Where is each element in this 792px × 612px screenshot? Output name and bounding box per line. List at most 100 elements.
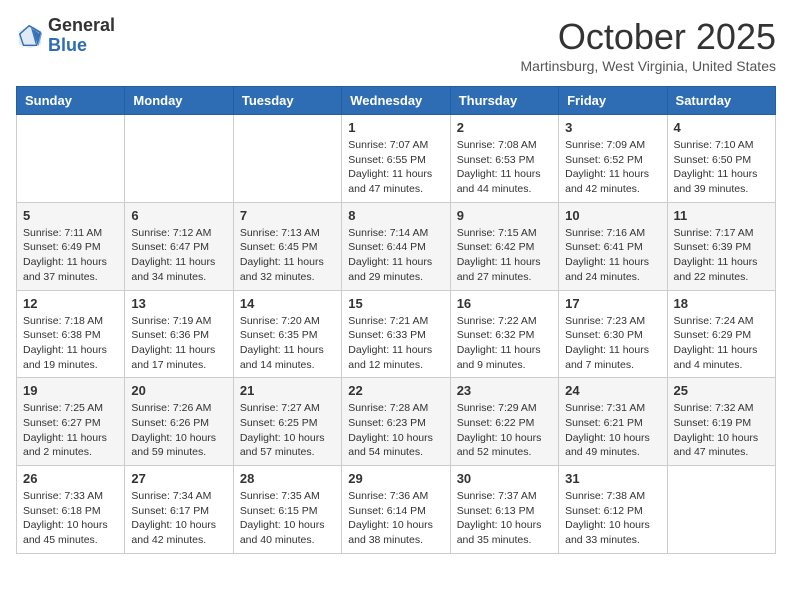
day-info: Sunrise: 7:22 AM Sunset: 6:32 PM Dayligh… <box>457 314 552 373</box>
calendar-cell: 3 Sunrise: 7:09 AM Sunset: 6:52 PM Daylig… <box>559 115 667 203</box>
day-info: Sunrise: 7:09 AM Sunset: 6:52 PM Dayligh… <box>565 138 660 197</box>
day-number: 27 <box>131 471 226 486</box>
day-info: Sunrise: 7:35 AM Sunset: 6:15 PM Dayligh… <box>240 489 335 548</box>
day-info: Sunrise: 7:17 AM Sunset: 6:39 PM Dayligh… <box>674 226 769 285</box>
title-area: October 2025 Martinsburg, West Virginia,… <box>521 16 777 74</box>
logo-blue: Blue <box>48 36 115 56</box>
calendar-cell <box>17 115 125 203</box>
day-number: 12 <box>23 296 118 311</box>
day-info: Sunrise: 7:27 AM Sunset: 6:25 PM Dayligh… <box>240 401 335 460</box>
day-number: 10 <box>565 208 660 223</box>
day-info: Sunrise: 7:11 AM Sunset: 6:49 PM Dayligh… <box>23 226 118 285</box>
day-info: Sunrise: 7:24 AM Sunset: 6:29 PM Dayligh… <box>674 314 769 373</box>
calendar-cell: 2 Sunrise: 7:08 AM Sunset: 6:53 PM Daylig… <box>450 115 558 203</box>
day-number: 19 <box>23 383 118 398</box>
day-number: 4 <box>674 120 769 135</box>
day-number: 2 <box>457 120 552 135</box>
calendar-week-row: 1 Sunrise: 7:07 AM Sunset: 6:55 PM Daylig… <box>17 115 776 203</box>
calendar-cell: 29 Sunrise: 7:36 AM Sunset: 6:14 PM Dayli… <box>342 466 450 554</box>
day-number: 6 <box>131 208 226 223</box>
calendar-week-row: 19 Sunrise: 7:25 AM Sunset: 6:27 PM Dayli… <box>17 378 776 466</box>
calendar-cell: 18 Sunrise: 7:24 AM Sunset: 6:29 PM Dayli… <box>667 290 775 378</box>
day-number: 28 <box>240 471 335 486</box>
day-info: Sunrise: 7:32 AM Sunset: 6:19 PM Dayligh… <box>674 401 769 460</box>
day-info: Sunrise: 7:38 AM Sunset: 6:12 PM Dayligh… <box>565 489 660 548</box>
day-info: Sunrise: 7:37 AM Sunset: 6:13 PM Dayligh… <box>457 489 552 548</box>
calendar-week-row: 12 Sunrise: 7:18 AM Sunset: 6:38 PM Dayli… <box>17 290 776 378</box>
calendar-cell: 4 Sunrise: 7:10 AM Sunset: 6:50 PM Daylig… <box>667 115 775 203</box>
day-info: Sunrise: 7:34 AM Sunset: 6:17 PM Dayligh… <box>131 489 226 548</box>
day-number: 11 <box>674 208 769 223</box>
calendar-cell: 20 Sunrise: 7:26 AM Sunset: 6:26 PM Dayli… <box>125 378 233 466</box>
calendar-cell: 19 Sunrise: 7:25 AM Sunset: 6:27 PM Dayli… <box>17 378 125 466</box>
logo: General Blue <box>16 16 115 56</box>
calendar-cell: 9Sunrise: 7:15 AM Sunset: 6:42 PM Daylig… <box>450 202 558 290</box>
day-number: 22 <box>348 383 443 398</box>
day-info: Sunrise: 7:29 AM Sunset: 6:22 PM Dayligh… <box>457 401 552 460</box>
day-info: Sunrise: 7:16 AM Sunset: 6:41 PM Dayligh… <box>565 226 660 285</box>
month-title: October 2025 <box>521 16 777 58</box>
day-info: Sunrise: 7:10 AM Sunset: 6:50 PM Dayligh… <box>674 138 769 197</box>
day-info: Sunrise: 7:13 AM Sunset: 6:45 PM Dayligh… <box>240 226 335 285</box>
logo-general: General <box>48 16 115 36</box>
logo-icon <box>16 22 44 50</box>
day-number: 30 <box>457 471 552 486</box>
calendar-header-row: SundayMondayTuesdayWednesdayThursdayFrid… <box>17 87 776 115</box>
day-number: 1 <box>348 120 443 135</box>
day-of-week-header: Friday <box>559 87 667 115</box>
calendar-cell: 11 Sunrise: 7:17 AM Sunset: 6:39 PM Dayli… <box>667 202 775 290</box>
day-number: 3 <box>565 120 660 135</box>
day-number: 15 <box>348 296 443 311</box>
day-info: Sunrise: 7:23 AM Sunset: 6:30 PM Dayligh… <box>565 314 660 373</box>
day-of-week-header: Monday <box>125 87 233 115</box>
calendar-cell: 27 Sunrise: 7:34 AM Sunset: 6:17 PM Dayli… <box>125 466 233 554</box>
day-number: 20 <box>131 383 226 398</box>
calendar-cell <box>125 115 233 203</box>
day-number: 8 <box>348 208 443 223</box>
day-number: 7 <box>240 208 335 223</box>
day-number: 18 <box>674 296 769 311</box>
day-info: Sunrise: 7:18 AM Sunset: 6:38 PM Dayligh… <box>23 314 118 373</box>
calendar-cell: 26Sunrise: 7:33 AM Sunset: 6:18 PM Dayli… <box>17 466 125 554</box>
day-info: Sunrise: 7:19 AM Sunset: 6:36 PM Dayligh… <box>131 314 226 373</box>
calendar-cell: 12 Sunrise: 7:18 AM Sunset: 6:38 PM Dayli… <box>17 290 125 378</box>
calendar-week-row: 26Sunrise: 7:33 AM Sunset: 6:18 PM Dayli… <box>17 466 776 554</box>
day-of-week-header: Wednesday <box>342 87 450 115</box>
day-info: Sunrise: 7:36 AM Sunset: 6:14 PM Dayligh… <box>348 489 443 548</box>
calendar-cell: 5 Sunrise: 7:11 AM Sunset: 6:49 PM Daylig… <box>17 202 125 290</box>
day-number: 16 <box>457 296 552 311</box>
calendar-cell: 24Sunrise: 7:31 AM Sunset: 6:21 PM Dayli… <box>559 378 667 466</box>
day-info: Sunrise: 7:20 AM Sunset: 6:35 PM Dayligh… <box>240 314 335 373</box>
day-info: Sunrise: 7:21 AM Sunset: 6:33 PM Dayligh… <box>348 314 443 373</box>
location: Martinsburg, West Virginia, United State… <box>521 58 777 74</box>
day-number: 26 <box>23 471 118 486</box>
calendar-cell: 25 Sunrise: 7:32 AM Sunset: 6:19 PM Dayli… <box>667 378 775 466</box>
day-info: Sunrise: 7:26 AM Sunset: 6:26 PM Dayligh… <box>131 401 226 460</box>
logo-text: General Blue <box>48 16 115 56</box>
day-number: 9 <box>457 208 552 223</box>
day-number: 29 <box>348 471 443 486</box>
calendar-cell: 16 Sunrise: 7:22 AM Sunset: 6:32 PM Dayli… <box>450 290 558 378</box>
calendar-cell: 30 Sunrise: 7:37 AM Sunset: 6:13 PM Dayli… <box>450 466 558 554</box>
calendar-cell: 23Sunrise: 7:29 AM Sunset: 6:22 PM Dayli… <box>450 378 558 466</box>
day-number: 21 <box>240 383 335 398</box>
calendar-cell: 14Sunrise: 7:20 AM Sunset: 6:35 PM Dayli… <box>233 290 341 378</box>
calendar-cell: 8 Sunrise: 7:14 AM Sunset: 6:44 PM Daylig… <box>342 202 450 290</box>
day-number: 13 <box>131 296 226 311</box>
day-number: 31 <box>565 471 660 486</box>
calendar-cell: 6 Sunrise: 7:12 AM Sunset: 6:47 PM Daylig… <box>125 202 233 290</box>
day-info: Sunrise: 7:14 AM Sunset: 6:44 PM Dayligh… <box>348 226 443 285</box>
day-info: Sunrise: 7:25 AM Sunset: 6:27 PM Dayligh… <box>23 401 118 460</box>
day-number: 5 <box>23 208 118 223</box>
calendar-week-row: 5 Sunrise: 7:11 AM Sunset: 6:49 PM Daylig… <box>17 202 776 290</box>
day-info: Sunrise: 7:12 AM Sunset: 6:47 PM Dayligh… <box>131 226 226 285</box>
day-number: 25 <box>674 383 769 398</box>
day-of-week-header: Sunday <box>17 87 125 115</box>
calendar-cell: 13 Sunrise: 7:19 AM Sunset: 6:36 PM Dayli… <box>125 290 233 378</box>
day-info: Sunrise: 7:28 AM Sunset: 6:23 PM Dayligh… <box>348 401 443 460</box>
calendar-table: SundayMondayTuesdayWednesdayThursdayFrid… <box>16 86 776 554</box>
day-info: Sunrise: 7:08 AM Sunset: 6:53 PM Dayligh… <box>457 138 552 197</box>
calendar-cell: 7 Sunrise: 7:13 AM Sunset: 6:45 PM Daylig… <box>233 202 341 290</box>
calendar-cell: 21 Sunrise: 7:27 AM Sunset: 6:25 PM Dayli… <box>233 378 341 466</box>
day-info: Sunrise: 7:07 AM Sunset: 6:55 PM Dayligh… <box>348 138 443 197</box>
